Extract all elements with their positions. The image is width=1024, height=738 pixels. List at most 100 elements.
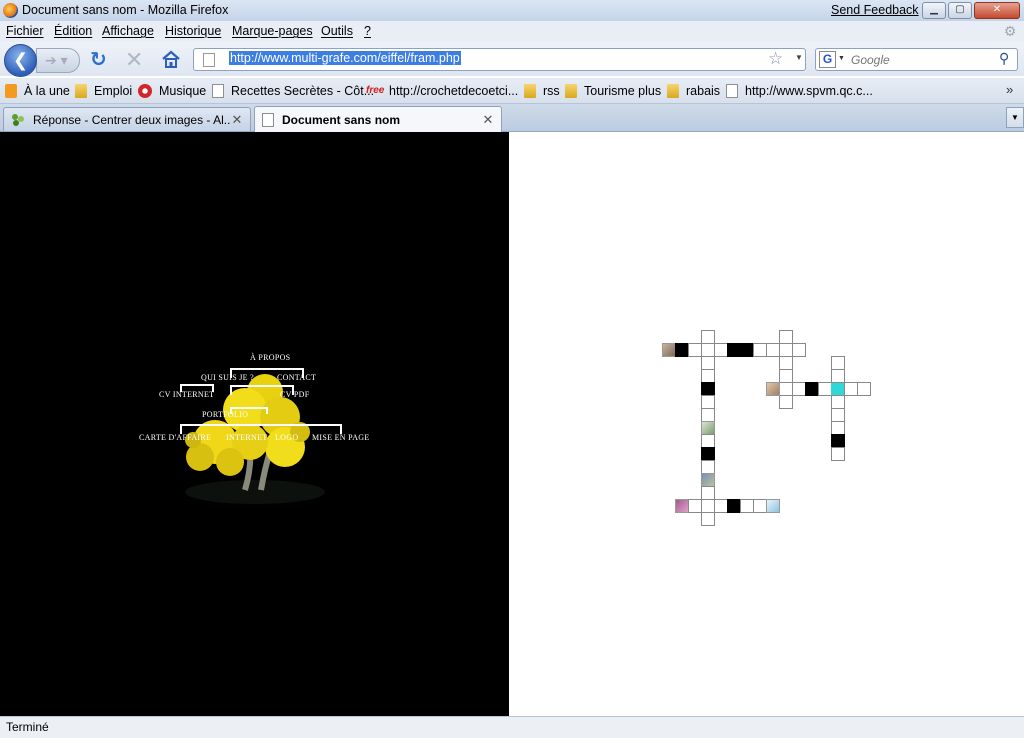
bookmark-rss[interactable]: rss bbox=[524, 82, 560, 100]
grid-cell bbox=[688, 343, 702, 357]
google-engine-icon[interactable]: G bbox=[819, 51, 836, 68]
grid-cell bbox=[701, 382, 715, 396]
grid-cell bbox=[779, 369, 793, 383]
right-frame bbox=[509, 132, 1024, 716]
grid-cell bbox=[779, 382, 793, 396]
nav-portfolio[interactable]: PORTFOLIO bbox=[202, 410, 248, 419]
bookmark-star-icon[interactable]: ☆ bbox=[768, 49, 783, 69]
tab-label: Document sans nom bbox=[282, 112, 401, 127]
nav-internet[interactable]: INTERNET bbox=[226, 433, 268, 442]
grid-cell bbox=[701, 486, 715, 500]
grid-photo-cell[interactable] bbox=[701, 473, 715, 487]
bookmark-label: À la une bbox=[24, 84, 70, 98]
menu-fichier[interactable]: Fichier bbox=[6, 24, 44, 38]
grid-photo-cell[interactable] bbox=[662, 343, 676, 357]
menu-historique[interactable]: Historique bbox=[165, 24, 221, 38]
bookmark-a-la-une[interactable]: À la une bbox=[5, 82, 70, 100]
grid-cell bbox=[701, 460, 715, 474]
send-feedback-link[interactable]: Send Feedback bbox=[831, 3, 919, 17]
menu-marque-pages[interactable]: Marque-pages bbox=[232, 24, 313, 38]
url-bar[interactable]: http://www.multi-grafe.com/eiffel/fram.p… bbox=[193, 48, 806, 71]
grid-cell bbox=[675, 343, 689, 357]
bookmarks-overflow-icon[interactable]: » bbox=[1006, 82, 1013, 97]
back-button[interactable]: ❮ bbox=[4, 44, 37, 77]
grid-cell bbox=[701, 343, 715, 357]
throbber-icon: ⚙ bbox=[1003, 23, 1017, 39]
bookmark-label: Emploi bbox=[94, 84, 133, 98]
nav-mise-en-page[interactable]: MISE EN PAGE bbox=[312, 433, 370, 442]
grid-photo-cell[interactable] bbox=[766, 499, 780, 513]
menu-affichage[interactable]: Affichage bbox=[102, 24, 154, 38]
stop-icon[interactable]: ✕ bbox=[125, 49, 143, 71]
grid-photo-cell[interactable] bbox=[766, 382, 780, 396]
menu-bar: Fichier Édition Affichage Historique Mar… bbox=[0, 21, 1024, 42]
bookmark-label: http://www.spvm.qc.c... bbox=[745, 84, 873, 98]
tab-document-sans-nom[interactable]: Document sans nom ✕ bbox=[254, 106, 502, 132]
grid-cell bbox=[701, 330, 715, 344]
status-bar: Terminé bbox=[0, 716, 1024, 738]
grid-cell bbox=[779, 330, 793, 344]
home-icon[interactable] bbox=[161, 50, 181, 68]
nav-contact[interactable]: CONTACT bbox=[277, 373, 316, 382]
list-all-tabs-icon[interactable]: ▼ bbox=[1006, 107, 1024, 128]
bookmark-spvm[interactable]: http://www.spvm.qc.c... bbox=[726, 82, 873, 100]
grid-photo-cell[interactable] bbox=[701, 421, 715, 435]
title-bar: Document sans nom - Mozilla Firefox Send… bbox=[0, 0, 1024, 22]
bookmark-tourisme-plus[interactable]: Tourisme plus bbox=[565, 82, 661, 100]
forward-button[interactable]: ➔ ▾ bbox=[36, 48, 80, 73]
grid-cell bbox=[701, 512, 715, 526]
grid-cell bbox=[779, 395, 793, 409]
firefox-icon bbox=[3, 3, 18, 18]
grid-photo-cell[interactable] bbox=[675, 499, 689, 513]
grid-highlight-cell[interactable] bbox=[831, 382, 845, 396]
tab-bar: Réponse - Centrer deux images - Al... ✕ … bbox=[0, 104, 1024, 132]
tab-reponse[interactable]: Réponse - Centrer deux images - Al... ✕ bbox=[3, 107, 251, 131]
engine-dropdown-icon[interactable]: ▼ bbox=[838, 55, 845, 62]
url-dropdown-icon[interactable]: ▼ bbox=[795, 53, 803, 62]
reload-icon[interactable]: ↻ bbox=[90, 50, 107, 70]
folder-icon bbox=[565, 84, 577, 98]
grid-cell bbox=[792, 382, 806, 396]
search-icon[interactable]: ⚲ bbox=[999, 50, 1009, 67]
grid-cell bbox=[701, 395, 715, 409]
grid-cell bbox=[779, 343, 793, 357]
grid-cell bbox=[701, 499, 715, 513]
close-tab-icon[interactable]: ✕ bbox=[230, 112, 244, 128]
bookmark-crochetdeco[interactable]: free http://crochetdecoetci... bbox=[366, 82, 518, 100]
menu-help[interactable]: ? bbox=[364, 24, 371, 38]
bookmark-label: Recettes Secrètes - Côt... bbox=[231, 84, 375, 98]
grid-cell bbox=[831, 447, 845, 461]
close-window-button[interactable]: ✕ bbox=[974, 2, 1020, 19]
maximize-button[interactable]: ▢ bbox=[948, 2, 972, 19]
grid-cell bbox=[753, 343, 767, 357]
grid-cell bbox=[831, 434, 845, 448]
url-text[interactable]: http://www.multi-grafe.com/eiffel/fram.p… bbox=[229, 51, 461, 65]
bookmark-emploi[interactable]: Emploi bbox=[75, 82, 132, 100]
bookmarks-bar: À la une Emploi Musique Recettes Secrète… bbox=[0, 78, 1024, 104]
status-text: Terminé bbox=[6, 720, 49, 734]
left-frame: À PROPOS QUI SUIS JE ? CONTACT CV INTERN… bbox=[0, 132, 509, 716]
bookmark-rabais[interactable]: rabais bbox=[667, 82, 720, 100]
grid-cell bbox=[818, 382, 832, 396]
bookmark-recettes[interactable]: Recettes Secrètes - Côt... bbox=[212, 82, 374, 100]
nav-cv-internet[interactable]: CV INTERNET bbox=[159, 390, 214, 399]
close-tab-icon[interactable]: ✕ bbox=[481, 112, 495, 128]
search-input[interactable] bbox=[849, 51, 993, 69]
nav-logo[interactable]: LOGO bbox=[275, 433, 298, 442]
page-icon bbox=[726, 84, 738, 98]
back-arrow-icon: ❮ bbox=[12, 50, 29, 70]
minimize-button[interactable]: ▁ bbox=[922, 2, 946, 19]
nav-carte-affaire[interactable]: CARTE D'AFFAIRE bbox=[139, 433, 211, 442]
bookmark-label: Tourisme plus bbox=[584, 84, 662, 98]
grid-cell bbox=[831, 421, 845, 435]
nav-a-propos[interactable]: À PROPOS bbox=[250, 353, 290, 362]
grid-cell bbox=[701, 434, 715, 448]
grid-cell bbox=[688, 499, 702, 513]
bookmark-musique[interactable]: Musique bbox=[138, 82, 206, 100]
grid-cell bbox=[714, 343, 728, 357]
menu-outils[interactable]: Outils bbox=[321, 24, 353, 38]
grid-cell bbox=[714, 499, 728, 513]
nav-qui-suis-je[interactable]: QUI SUIS JE ? bbox=[201, 373, 254, 382]
nav-cv-pdf[interactable]: CV PDF bbox=[280, 390, 309, 399]
menu-edition[interactable]: Édition bbox=[54, 24, 92, 38]
